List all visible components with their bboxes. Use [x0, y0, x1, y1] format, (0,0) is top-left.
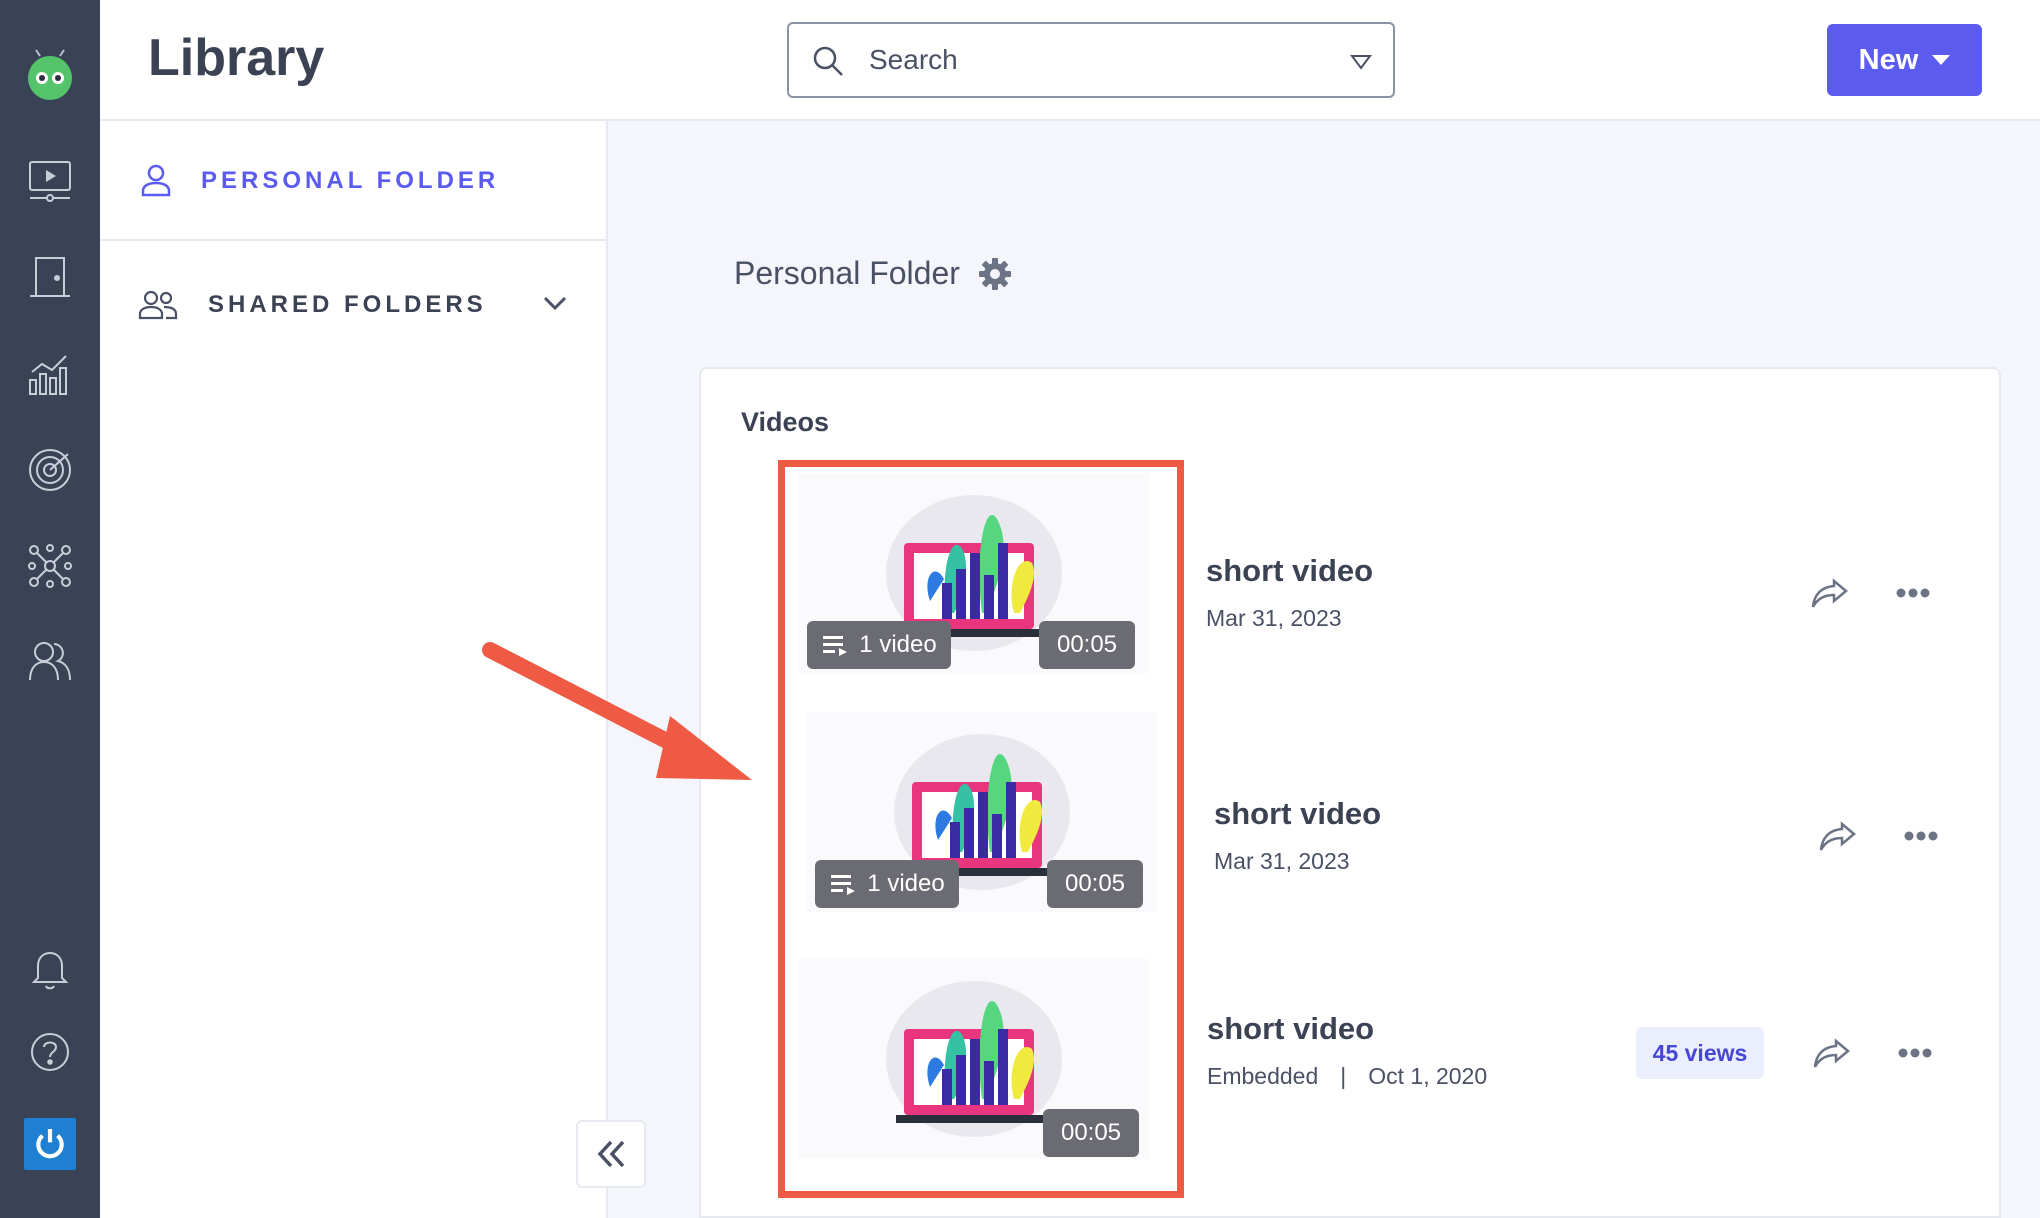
list-item[interactable]: 00:05 short video Embedded | Oct 1, 2020… [701, 959, 2003, 1189]
share-icon[interactable] [1808, 575, 1850, 611]
video-date: Mar 31, 2023 [1214, 848, 1350, 874]
video-meta: Embedded | Oct 1, 2020 [1207, 1063, 1487, 1090]
playlist-count: 1 video [859, 631, 937, 658]
sidebar-item-shared-folders[interactable]: SHARED FOLDERS [100, 243, 608, 367]
search-placeholder: Search [869, 44, 958, 75]
video-title[interactable]: short video [1214, 796, 1381, 832]
playlist-icon [831, 875, 856, 895]
network-icon[interactable] [26, 542, 74, 590]
page-title: Library [148, 29, 325, 87]
users-icon[interactable] [26, 636, 74, 684]
playlist-count-badge: 1 video [815, 860, 959, 908]
video-status: Embedded [1207, 1063, 1319, 1089]
search-filter-dropdown-icon[interactable] [1349, 52, 1373, 72]
app-rail [0, 0, 100, 1218]
power-icon[interactable] [24, 1118, 76, 1170]
section-title: Videos [741, 407, 830, 437]
door-icon[interactable] [26, 254, 74, 302]
sidebar-item-label: SHARED FOLDERS [208, 291, 487, 318]
folder-header: Personal Folder [734, 255, 1012, 292]
video-date: Mar 31, 2023 [1206, 605, 1342, 631]
folder-name: Personal Folder [734, 255, 960, 291]
video-date: Oct 1, 2020 [1368, 1063, 1488, 1089]
video-thumbnail[interactable]: 1 video 00:05 [799, 473, 1149, 673]
playlist-count: 1 video [867, 870, 945, 897]
playlist-count-badge: 1 video [807, 621, 951, 669]
double-chevron-left-icon [597, 1140, 625, 1168]
analytics-icon[interactable] [26, 350, 74, 398]
sidebar-item-personal-folder[interactable]: PERSONAL FOLDER [100, 121, 608, 241]
bell-icon[interactable] [26, 944, 74, 992]
annotation-arrow-icon [482, 642, 752, 780]
new-button[interactable]: New [1827, 24, 1982, 96]
video-thumbnail[interactable]: 1 video 00:05 [807, 712, 1157, 912]
top-header: Library Search New [100, 0, 2040, 121]
list-item[interactable]: 1 video 00:05 short video Mar 31, 2023 [701, 469, 2003, 699]
help-icon[interactable] [26, 1028, 74, 1076]
duration-badge: 00:05 [1039, 621, 1135, 669]
target-icon[interactable] [26, 446, 74, 494]
more-options-icon[interactable] [1897, 1047, 1933, 1059]
robot-logo-icon[interactable] [22, 46, 78, 102]
collapse-sidebar-button[interactable] [576, 1120, 646, 1188]
duration-badge: 00:05 [1047, 860, 1143, 908]
more-options-icon[interactable] [1903, 830, 1939, 842]
more-options-icon[interactable] [1895, 587, 1931, 599]
duration-badge: 00:05 [1043, 1109, 1139, 1157]
search-input[interactable]: Search [787, 22, 1395, 98]
caret-down-icon [1932, 55, 1951, 65]
chevron-down-icon[interactable] [541, 293, 569, 313]
gear-icon[interactable] [978, 257, 1012, 291]
search-icon [813, 46, 843, 76]
users-icon [138, 290, 178, 320]
playlist-icon [823, 636, 848, 656]
share-icon[interactable] [1816, 818, 1858, 854]
views-badge[interactable]: 45 views [1636, 1027, 1764, 1079]
list-item[interactable]: 1 video 00:05 short video Mar 31, 2023 [701, 712, 2003, 942]
video-meta: Mar 31, 2023 [1206, 605, 1342, 632]
new-button-label: New [1858, 43, 1919, 76]
video-title[interactable]: short video [1207, 1011, 1374, 1047]
video-title[interactable]: short video [1206, 553, 1373, 589]
video-meta: Mar 31, 2023 [1214, 848, 1350, 875]
meta-separator: | [1340, 1063, 1347, 1089]
user-icon [141, 164, 171, 197]
share-icon[interactable] [1810, 1035, 1852, 1071]
videos-card: Videos 1 video 00:05 short video Mar 31,… [699, 367, 2001, 1218]
sidebar-item-label: PERSONAL FOLDER [201, 167, 500, 194]
video-thumbnail[interactable]: 00:05 [799, 959, 1149, 1159]
video-monitor-icon[interactable] [26, 156, 74, 204]
